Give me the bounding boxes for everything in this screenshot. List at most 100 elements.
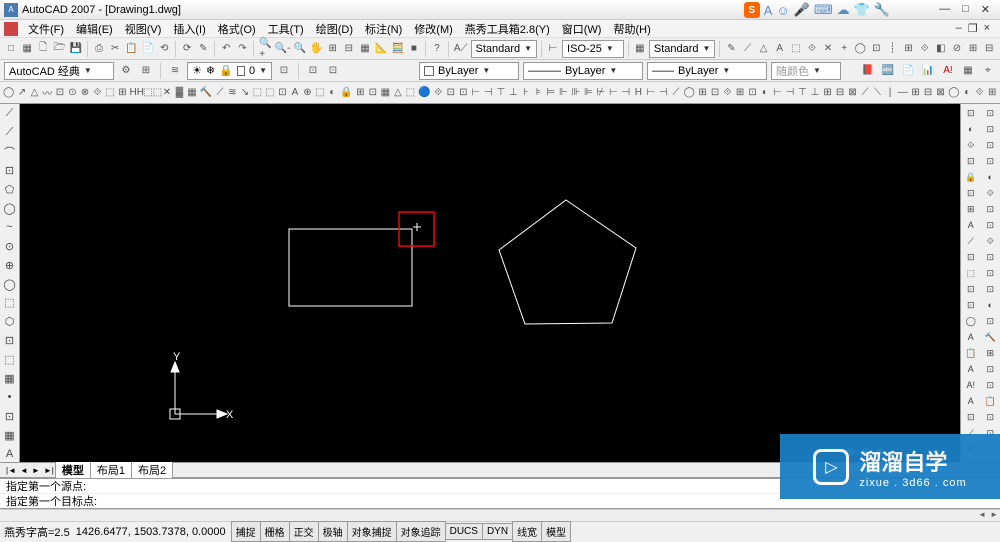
cut-icon[interactable]: ✂ <box>108 41 122 57</box>
tool-icon[interactable]: ▦ <box>380 85 392 101</box>
tool-icon[interactable]: ⊡ <box>277 85 289 101</box>
tool-icon[interactable]: ⬚ <box>314 85 326 101</box>
draw-tool-icon[interactable]: ⬚ <box>2 352 18 368</box>
modify-tool-icon[interactable]: A <box>963 394 979 408</box>
tool-icon[interactable]: ⊡ <box>367 85 379 101</box>
modify-tool-icon[interactable]: A <box>963 218 979 232</box>
modify-tool-icon[interactable]: ⊡ <box>982 250 998 264</box>
tool-icon[interactable]: 🔨 <box>199 85 213 101</box>
tool-icon[interactable]: ⟐ <box>92 85 104 101</box>
tool-icon[interactable]: A <box>773 41 787 57</box>
print-icon[interactable]: ⎙ <box>92 41 106 57</box>
tool-icon[interactable]: ⬚ <box>264 85 276 101</box>
menu-format[interactable]: 格式(O) <box>212 21 262 37</box>
tool-icon[interactable]: ⊟ <box>922 85 934 101</box>
menu-help[interactable]: 帮助(H) <box>607 21 656 37</box>
menu-view[interactable]: 视图(V) <box>119 21 168 37</box>
ime-icon[interactable]: A <box>764 3 773 18</box>
tool-icon[interactable]: ⊢ <box>772 85 784 101</box>
draw-tool-icon[interactable]: ⌒ <box>2 144 18 160</box>
plotstyle-combo[interactable]: 随颜色▼ <box>771 62 841 80</box>
tool-icon[interactable]: ⊪ <box>570 85 582 101</box>
tablestyle-icon[interactable]: ▦ <box>633 41 647 57</box>
modify-tool-icon[interactable]: ⊡ <box>982 106 998 120</box>
tool-icon[interactable]: ⊞ <box>986 85 998 101</box>
tool-icon[interactable]: ◧ <box>934 41 948 57</box>
doc-close[interactable]: × <box>984 22 990 35</box>
tool-icon[interactable]: ⊞ <box>138 63 154 79</box>
draw-tool-icon[interactable]: A <box>2 446 18 462</box>
tool-icon[interactable]: ⊞ <box>902 41 916 57</box>
modify-tool-icon[interactable]: ⊞ <box>963 202 979 216</box>
tool-icon[interactable]: ◐ <box>961 85 973 101</box>
tool-icon[interactable]: ⊟ <box>982 41 996 57</box>
modify-tool-icon[interactable]: ◯ <box>963 314 979 328</box>
ime-icon[interactable]: 🎤 <box>794 2 810 18</box>
menu-insert[interactable]: 插入(I) <box>167 21 211 37</box>
drawing-canvas[interactable]: Y X <box>20 104 960 462</box>
modify-tool-icon[interactable]: ⟐ <box>982 234 998 248</box>
tool-icon[interactable]: △ <box>757 41 771 57</box>
draw-tool-icon[interactable]: ⊡ <box>2 333 18 349</box>
modify-tool-icon[interactable]: ⊡ <box>963 298 979 312</box>
layer-icon[interactable]: ≋ <box>167 63 183 79</box>
doc-maximize[interactable]: ❐ <box>968 22 978 35</box>
menu-window[interactable]: 窗口(W) <box>556 21 608 37</box>
modify-tool-icon[interactable]: 📋 <box>982 394 998 408</box>
modify-tool-icon[interactable]: ◐ <box>982 298 998 312</box>
modify-tool-icon[interactable]: ⊡ <box>982 154 998 168</box>
tool-icon[interactable]: ⊥ <box>809 85 821 101</box>
pan-icon[interactable]: 🖐 <box>309 41 323 57</box>
tool-icon[interactable]: ✕ <box>821 41 835 57</box>
tool-icon[interactable]: ⊡ <box>276 63 292 79</box>
tool-icon[interactable]: ⬚ <box>405 85 417 101</box>
menu-modify[interactable]: 修改(M) <box>408 21 459 37</box>
ducs-toggle[interactable]: DUCS <box>445 523 483 540</box>
draw-tool-icon[interactable]: ⊕ <box>2 257 18 273</box>
tool-icon[interactable]: ⊥ <box>508 85 520 101</box>
draw-tool-icon[interactable]: ⬡ <box>2 314 18 330</box>
tab-nav-next[interactable]: ► <box>30 466 42 475</box>
draw-tool-icon[interactable]: ⊡ <box>2 408 18 424</box>
tool-icon[interactable]: ⊠ <box>935 85 947 101</box>
zoom-in-icon[interactable]: 🔍+ <box>258 41 272 57</box>
tool-icon[interactable]: ⊕ <box>302 85 314 101</box>
tool-icon[interactable]: ⊣ <box>483 85 495 101</box>
ime-icon[interactable]: 👕 <box>854 2 870 18</box>
tool-icon[interactable]: ◐ <box>327 85 339 101</box>
tool-icon[interactable]: ⊡ <box>747 85 759 101</box>
zoom-icon[interactable]: 🔍 <box>293 41 307 57</box>
modify-tool-icon[interactable]: ⊡ <box>963 186 979 200</box>
tool-icon[interactable]: ⊫ <box>583 85 595 101</box>
tool-icon[interactable]: ⟐ <box>974 85 986 101</box>
tool-icon[interactable]: ⬚ <box>252 85 264 101</box>
draw-tool-icon[interactable]: ⟋ <box>2 125 18 141</box>
layer-combo[interactable]: ☀❄🔒 0▼ <box>187 62 272 80</box>
tab-nav-prev[interactable]: ◄ <box>18 466 30 475</box>
tool-icon[interactable]: ⟐ <box>722 85 734 101</box>
tab-nav-last[interactable]: ►| <box>42 466 56 475</box>
workspace-settings-icon[interactable]: ⚙ <box>118 63 134 79</box>
tool-icon[interactable]: ⊞ <box>697 85 709 101</box>
tool-icon[interactable]: ◯ <box>683 85 696 101</box>
modify-tool-icon[interactable]: ◐ <box>963 122 979 136</box>
tool-icon[interactable]: ⊞ <box>326 41 340 57</box>
tool-icon[interactable]: ▦ <box>186 85 198 101</box>
ime-icon[interactable]: ☁ <box>837 2 850 18</box>
tool-icon[interactable]: ▦ <box>358 41 372 57</box>
tool-icon[interactable]: ⊡ <box>305 63 321 79</box>
tool-icon[interactable]: ⊞ <box>822 85 834 101</box>
minimize-button[interactable]: — <box>939 3 950 16</box>
tool-icon[interactable]: ⟐ <box>433 85 445 101</box>
tool-icon[interactable]: ■ <box>407 41 421 57</box>
modify-tool-icon[interactable]: ⊡ <box>963 410 979 424</box>
tool-icon[interactable]: + <box>837 41 851 57</box>
tool-icon[interactable]: ⊟ <box>342 41 356 57</box>
modify-tool-icon[interactable]: ⊡ <box>982 362 998 376</box>
draw-tool-icon[interactable]: ⬚ <box>2 295 18 311</box>
tool-icon[interactable]: ⊩ <box>558 85 570 101</box>
modify-tool-icon[interactable]: ⊡ <box>963 106 979 120</box>
tool-icon[interactable]: ⟋ <box>740 41 754 57</box>
tool-icon[interactable]: ⊡ <box>54 85 66 101</box>
tool-icon[interactable]: A! <box>940 63 956 79</box>
